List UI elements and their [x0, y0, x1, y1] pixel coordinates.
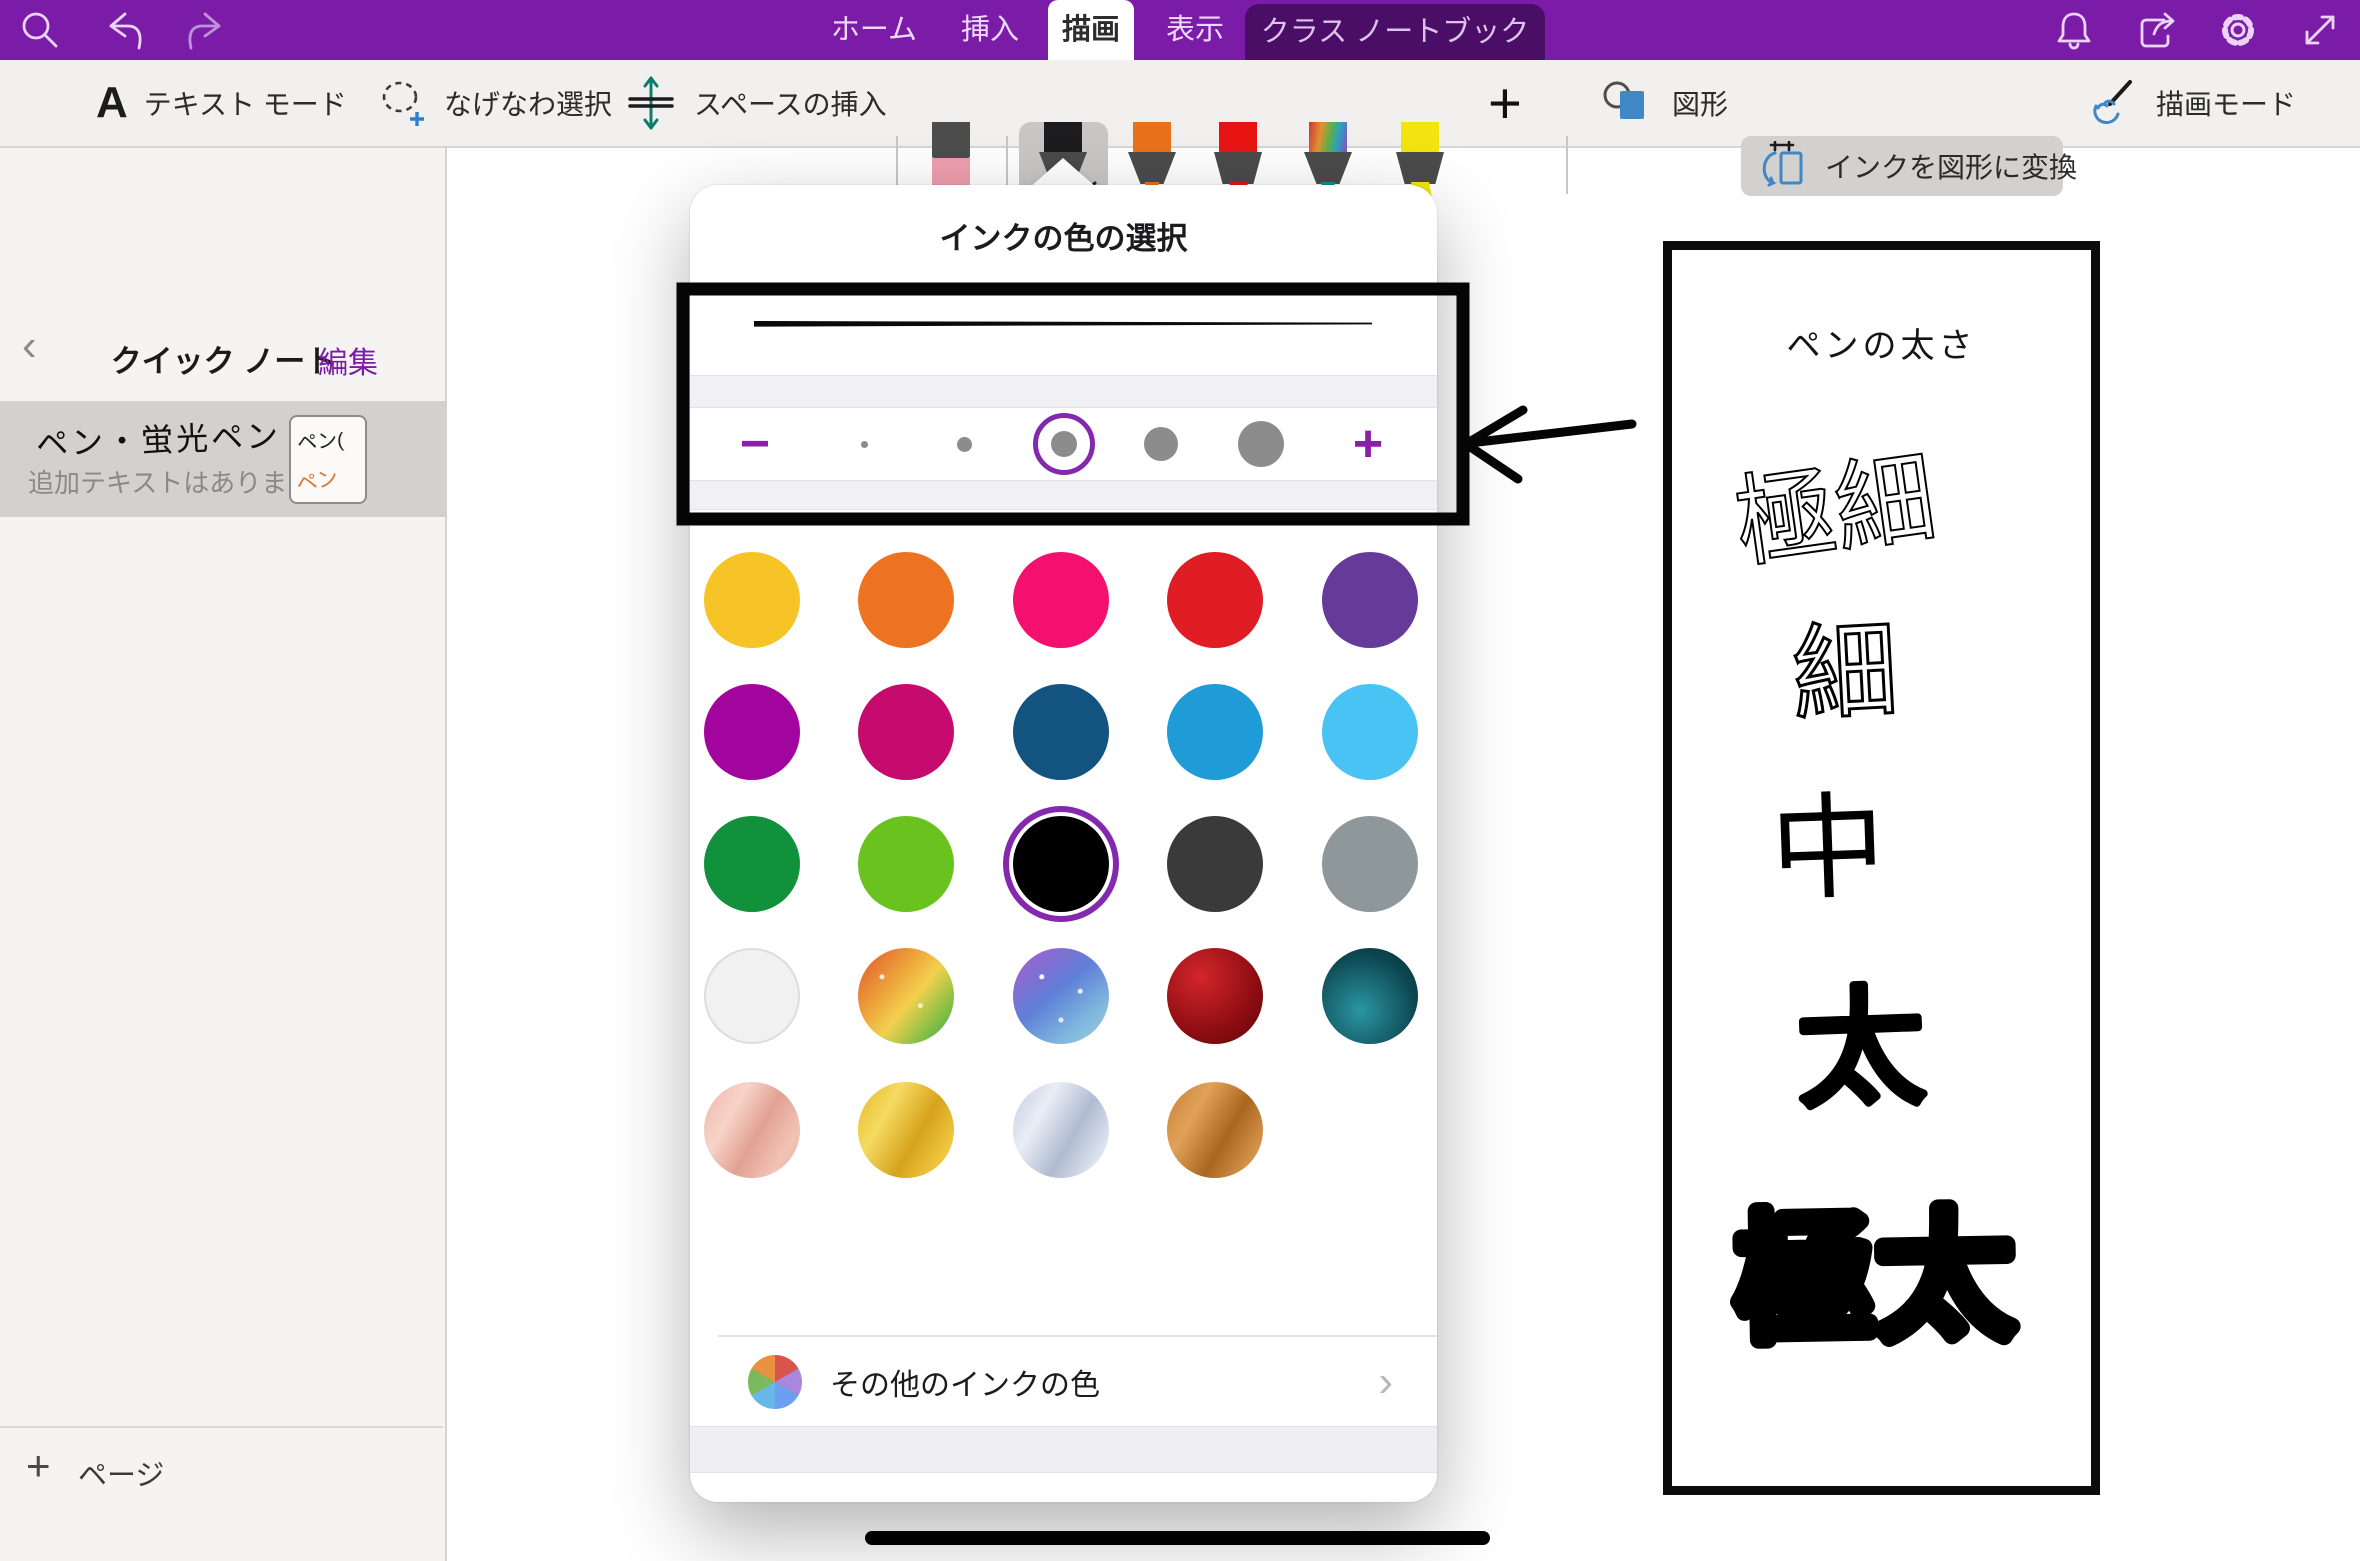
color-swatch-white[interactable]	[704, 948, 800, 1044]
sample-extra-thin: 極細	[1729, 442, 1943, 581]
thickness-dot-2[interactable]	[932, 412, 996, 476]
color-swatch-gold[interactable]	[858, 1082, 954, 1178]
pen-thickness-panel: ペンの太さ 極細 細 中 太 極太	[1663, 241, 2100, 1495]
color-swatch-rose-gold[interactable]	[704, 1082, 800, 1178]
notebook-section-title: クイック ノート	[0, 336, 447, 381]
thickness-dot-1[interactable]	[832, 412, 896, 476]
color-swatch-dark-blue[interactable]	[1013, 684, 1109, 780]
color-swatch-purple[interactable]	[1322, 552, 1418, 648]
popover-title: インクの色の選択	[690, 213, 1437, 258]
ink-to-shape-icon	[1757, 141, 1811, 191]
sample-thick: 太	[1794, 974, 1929, 1124]
text-mode-icon: A	[96, 78, 128, 128]
tab-home[interactable]: ホーム	[826, 0, 922, 60]
color-swatch-light-green[interactable]	[858, 816, 954, 912]
shapes-button[interactable]: 図形	[1600, 60, 1728, 146]
sample-extra-thick: 極太	[1734, 1198, 2017, 1360]
shapes-icon	[1600, 77, 1656, 129]
page-list-item-selected[interactable]: ペン・蛍光ペン 追加テキストはありま… ペン( ペン	[0, 401, 447, 517]
ink-color-popover: インクの色の選択 − + その他のインクの色 ›	[690, 185, 1437, 1502]
eraser-cap	[932, 122, 970, 158]
thickness-dot-4[interactable]	[1129, 412, 1193, 476]
insert-space-icon	[624, 72, 678, 134]
share-icon[interactable]	[2134, 8, 2178, 52]
popover-caret	[1029, 158, 1097, 188]
text-mode-button[interactable]: A テキスト モード	[96, 60, 347, 146]
color-swatch-gold-glitter[interactable]	[858, 948, 954, 1044]
popover-footer-band	[690, 1426, 1437, 1473]
plus-icon: +	[26, 1442, 51, 1490]
sample-thin: 細	[1790, 612, 1901, 734]
color-swatch-blue[interactable]	[1167, 684, 1263, 780]
thickness-decrease-button[interactable]: −	[723, 408, 787, 480]
color-swatch-magenta[interactable]	[704, 684, 800, 780]
home-indicator[interactable]	[865, 1531, 1490, 1545]
insert-space-button[interactable]: スペースの挿入	[624, 60, 887, 146]
tab-class-notebook[interactable]: クラス ノートブック	[1245, 4, 1545, 60]
more-ink-colors-button[interactable]: その他のインクの色 ›	[690, 1337, 1437, 1426]
draw-mode-icon	[2086, 76, 2140, 130]
thickness-band-bottom	[690, 480, 1437, 510]
color-swatch-gray[interactable]	[1322, 816, 1418, 912]
fullscreen-icon[interactable]	[2298, 8, 2342, 52]
toolbar-divider	[1566, 136, 1568, 194]
tab-draw[interactable]: 描画	[1048, 0, 1134, 60]
color-swatch-light-blue[interactable]	[1322, 684, 1418, 780]
redo-icon[interactable]	[184, 8, 228, 52]
page-list-sidebar: ‹ クイック ノート 編集 ペン・蛍光ペン 追加テキストはありま… ペン( ペン…	[0, 148, 447, 1561]
color-swatch-teal-lava[interactable]	[1322, 948, 1418, 1044]
color-swatch-bronze[interactable]	[1167, 1082, 1263, 1178]
color-swatch-silver[interactable]	[1013, 1082, 1109, 1178]
chevron-right-icon: ›	[1378, 1360, 1393, 1404]
color-swatch-black[interactable]	[1013, 816, 1109, 912]
thickness-dot-5[interactable]	[1229, 412, 1293, 476]
color-grid-row	[704, 948, 1423, 1044]
page-title-handwriting: ペン・蛍光ペン	[35, 411, 281, 466]
color-swatch-orange[interactable]	[858, 552, 954, 648]
color-grid-row	[704, 684, 1423, 780]
color-wheel-icon	[748, 1355, 802, 1409]
stroke-preview	[750, 313, 1380, 335]
thickness-band-top	[690, 375, 1437, 408]
page-subtitle: 追加テキストはありま…	[28, 463, 313, 500]
tab-view[interactable]: 表示	[1154, 0, 1236, 60]
thickness-callout-arrow	[1466, 410, 1632, 479]
tab-insert[interactable]: 挿入	[948, 0, 1032, 60]
color-grid-row	[704, 1082, 1423, 1178]
handwritten-thickness-samples: 極細 細 中 太 極太	[1672, 250, 2091, 1486]
color-swatch-dark-pink[interactable]	[858, 684, 954, 780]
add-pen-button[interactable]: +	[1488, 60, 1522, 146]
notifications-icon[interactable]	[2052, 8, 2096, 52]
lasso-select-button[interactable]: なげなわ選択	[376, 60, 612, 146]
undo-icon[interactable]	[102, 8, 146, 52]
color-swatch-dark-gray[interactable]	[1167, 816, 1263, 912]
top-bar: ホーム 挿入 描画 表示 クラス ノートブック	[0, 0, 2360, 60]
color-swatch-red-lava[interactable]	[1167, 948, 1263, 1044]
lasso-icon	[376, 75, 428, 131]
color-swatch-yellow[interactable]	[704, 552, 800, 648]
page-thumbnail: ペン( ペン	[289, 415, 367, 504]
color-swatch-galaxy[interactable]	[1013, 948, 1109, 1044]
color-swatch-red[interactable]	[1167, 552, 1263, 648]
thickness-dot-3[interactable]	[1032, 412, 1096, 476]
draw-toolbar: A テキスト モード なげなわ選択 スペースの挿入	[0, 60, 2360, 148]
thickness-control-row: − +	[690, 408, 1437, 480]
color-grid-row	[704, 552, 1423, 648]
color-swatch-green[interactable]	[704, 816, 800, 912]
color-grid-row	[704, 816, 1423, 912]
ink-to-shape-button[interactable]: インクを図形に変換	[1741, 136, 2063, 196]
sample-medium: 中	[1768, 783, 1887, 915]
add-page-button[interactable]: + ページ	[0, 1426, 443, 1559]
color-swatch-pink[interactable]	[1013, 552, 1109, 648]
edit-button[interactable]: 編集	[318, 338, 378, 382]
search-icon[interactable]	[18, 8, 62, 52]
thickness-increase-button[interactable]: +	[1336, 408, 1400, 480]
settings-icon[interactable]	[2216, 8, 2260, 52]
draw-mode-button[interactable]: 描画モード	[2086, 60, 2296, 146]
